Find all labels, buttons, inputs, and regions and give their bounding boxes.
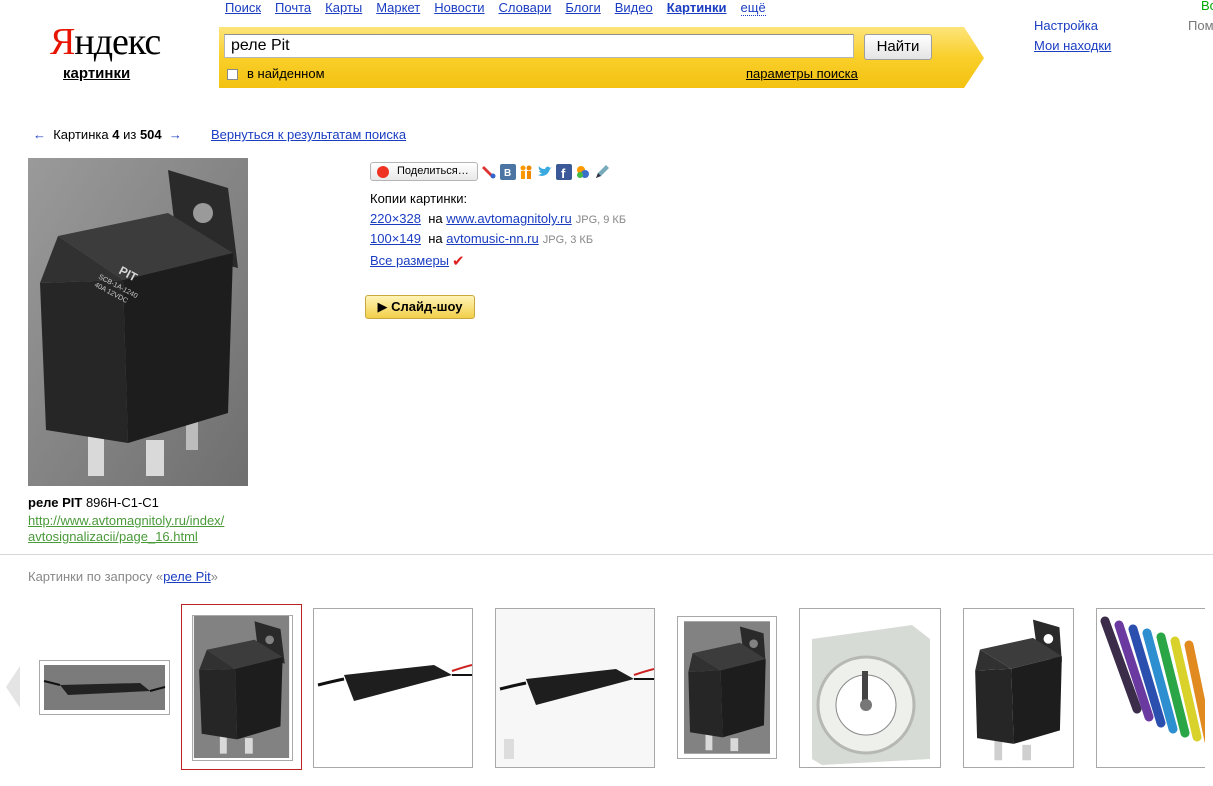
thumbnail-image	[193, 616, 290, 758]
twitter-icon[interactable]	[537, 164, 553, 180]
thumbnail-image	[496, 609, 654, 767]
logo-rest: ндекс	[74, 21, 161, 63]
thumbnail-image	[679, 617, 775, 758]
thumbnail-image	[314, 609, 472, 767]
service-market[interactable]: Маркет	[376, 0, 420, 15]
vkontakte-icon[interactable]: B	[500, 164, 516, 180]
thumbnail[interactable]	[39, 660, 170, 715]
copy-size-link[interactable]: 100×149	[370, 231, 421, 246]
copy-row: 220×328 на www.avtomagnitoly.ru JPG, 9 КБ	[370, 211, 626, 226]
thumbnail[interactable]	[313, 608, 473, 768]
slideshow-button[interactable]: ▶ Слайд-шоу	[365, 295, 475, 319]
thumbnail-selected[interactable]	[181, 604, 302, 770]
share-icon	[377, 166, 389, 178]
login-link[interactable]: Во	[1201, 0, 1213, 13]
image-caption: реле PIT 896H-C1-C1	[28, 495, 159, 510]
settings-link[interactable]: Настройка	[1034, 18, 1098, 34]
facebook-icon[interactable]: f	[556, 164, 572, 180]
find-button[interactable]: Найти	[864, 34, 932, 60]
share-button[interactable]: Поделиться…	[370, 162, 478, 181]
copy-on: на	[428, 211, 443, 226]
help-link[interactable]: Помо	[1188, 18, 1213, 33]
pager-index: 4	[112, 127, 120, 142]
copy-site-link[interactable]: avtomusic-nn.ru	[446, 231, 538, 246]
image-source-line2: avtosignalizacii/page_16.html	[28, 529, 198, 544]
in-found-checkbox[interactable]	[227, 69, 238, 80]
image-title-bold: реле PIT	[28, 495, 83, 510]
thumbnail[interactable]	[495, 608, 655, 768]
relay-picture: PIT SCB-1A-1240 40A 12VDC	[28, 158, 248, 486]
yandex-logo[interactable]: Яндекс	[50, 21, 161, 63]
service-blogs[interactable]: Блоги	[565, 0, 600, 15]
thumbnail-frame	[192, 615, 293, 761]
thumbnail[interactable]	[1096, 608, 1205, 768]
back-to-results-link[interactable]: Вернуться к результатам поиска	[211, 127, 406, 142]
service-more[interactable]: ещё	[740, 0, 766, 16]
copy-site-link[interactable]: www.avtomagnitoly.ru	[446, 211, 571, 226]
service-mail[interactable]: Почта	[275, 0, 311, 15]
related-query-line: Картинки по запросу «реле Pit»	[28, 569, 218, 584]
thumbs-prev-arrow[interactable]	[6, 666, 20, 708]
service-search[interactable]: Поиск	[225, 0, 261, 15]
copy-on: на	[428, 231, 443, 246]
copy-size-link[interactable]: 220×328	[370, 211, 421, 226]
copy-row: 100×149 на avtomusic-nn.ru JPG, 3 КБ	[370, 231, 593, 246]
blog-pen-icon[interactable]	[594, 164, 610, 180]
copy-meta: JPG, 3 КБ	[542, 234, 594, 246]
next-image-arrow[interactable]: →	[169, 127, 182, 142]
images-service-link[interactable]: картинки	[63, 65, 130, 82]
svg-text:f: f	[561, 166, 566, 180]
share-button-label: Поделиться…	[397, 165, 469, 177]
divider	[0, 554, 1213, 555]
image-source-link[interactable]: http://www.avtomagnitoly.ru/index/ avtos…	[28, 513, 248, 545]
service-maps[interactable]: Карты	[325, 0, 362, 15]
related-prefix: Картинки по запросу «	[28, 569, 164, 584]
svg-text:B: B	[504, 168, 511, 179]
prev-image-arrow[interactable]: ←	[33, 127, 46, 142]
checkmark-icon: ✔	[452, 253, 465, 270]
related-suffix: »	[210, 569, 218, 584]
copy-meta: JPG, 9 КБ	[575, 214, 627, 226]
service-video[interactable]: Видео	[615, 0, 653, 15]
search-params-link[interactable]: параметры поиска	[746, 66, 858, 81]
main-image-relay[interactable]: PIT SCB-1A-1240 40A 12VDC	[28, 158, 248, 486]
image-title-rest: 896H-C1-C1	[82, 495, 159, 510]
pager-of: из	[123, 127, 137, 142]
copies-title: Копии картинки:	[370, 191, 468, 206]
image-source-line1: http://www.avtomagnitoly.ru/index/	[28, 513, 225, 528]
thumbnail-image	[1097, 609, 1205, 767]
pager-total: 504	[139, 127, 162, 142]
image-pager: ← Картинка 4 из 504 →	[33, 127, 182, 142]
all-sizes-link[interactable]: Все размеры	[370, 253, 449, 268]
thumbnail-image	[43, 665, 166, 710]
service-dictionaries[interactable]: Словари	[499, 0, 552, 15]
logo-first-letter: Я	[50, 21, 75, 63]
thumbnail[interactable]	[677, 616, 777, 759]
odnoklassniki-icon[interactable]	[518, 164, 534, 180]
moimir-icon[interactable]	[575, 164, 591, 180]
thumbnail-image	[965, 609, 1072, 767]
my-finds-link[interactable]: Мои находки	[1034, 38, 1111, 53]
in-found-label: в найденном	[247, 66, 325, 81]
services-nav: Поиск Почта Карты Маркет Новости Словари Блоги…	[225, 0, 780, 16]
service-news[interactable]: Новости	[434, 0, 484, 15]
service-images[interactable]: Картинки	[667, 0, 727, 15]
related-query-link[interactable]: реле Pit	[163, 569, 211, 584]
thumbnail[interactable]	[799, 608, 941, 768]
thumbnail-image	[800, 609, 940, 767]
livejournal-icon[interactable]	[481, 164, 497, 180]
search-input[interactable]: реле Pit	[224, 34, 854, 58]
pager-label: Картинка	[53, 127, 109, 142]
thumbnail[interactable]	[963, 608, 1074, 768]
